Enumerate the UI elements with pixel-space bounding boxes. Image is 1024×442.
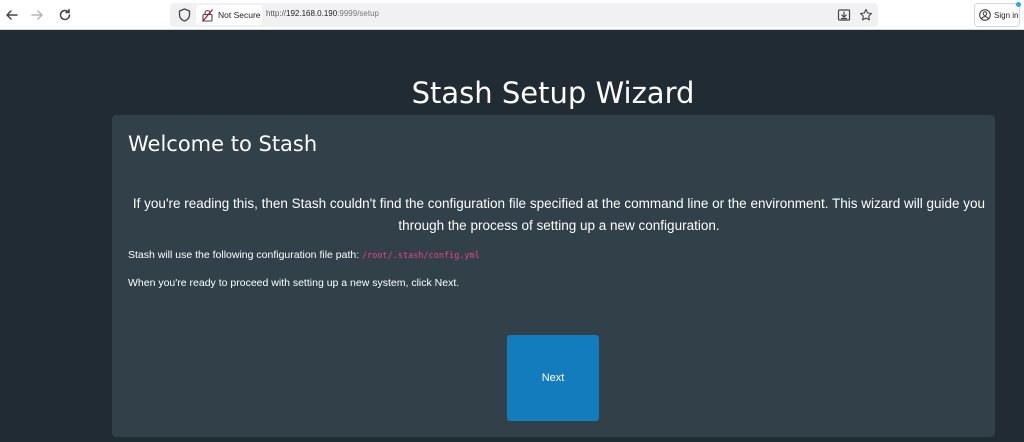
card-heading: Welcome to Stash — [128, 132, 318, 156]
arrow-left-icon — [6, 10, 18, 20]
star-icon — [859, 8, 873, 21]
config-path-label: Stash will use the following configurati… — [128, 249, 360, 261]
config-path-value: /root/.stash/config.yml — [362, 251, 480, 261]
ready-text: When you're ready to proceed with settin… — [128, 277, 460, 289]
intro-text: If you're reading this, then Stash could… — [132, 196, 986, 233]
next-button[interactable]: Next — [507, 335, 599, 421]
notification-dot — [1016, 2, 1021, 7]
config-path-line: Stash will use the following configurati… — [128, 249, 480, 261]
site-security-indicator[interactable]: Not Secure — [196, 5, 262, 25]
account-icon — [979, 9, 991, 21]
lock-slash-icon — [200, 8, 214, 22]
address-bar[interactable]: Not Secure http://192.168.0.190:9999/set… — [170, 3, 878, 27]
reload-button[interactable] — [55, 5, 75, 25]
install-app-button[interactable] — [835, 6, 853, 24]
bookmark-button[interactable] — [857, 6, 875, 24]
back-button[interactable] — [2, 5, 22, 25]
arrow-right-icon — [31, 10, 43, 20]
url-prefix: http:// — [266, 9, 287, 18]
shield-icon — [178, 8, 190, 22]
tracking-protection-button[interactable] — [175, 6, 193, 24]
reload-icon — [59, 8, 71, 21]
setup-card: Welcome to Stash If you're reading this,… — [112, 115, 995, 437]
security-label: Not Secure — [218, 10, 261, 20]
browser-toolbar: Not Secure http://192.168.0.190:9999/set… — [0, 0, 1024, 30]
sign-in-label: Sign in — [994, 10, 1019, 20]
sign-in-button[interactable]: Sign in — [974, 2, 1021, 27]
page-title: Stash Setup Wizard — [411, 76, 695, 110]
install-app-icon — [837, 9, 851, 21]
url-text[interactable]: http://192.168.0.190:9999/setup — [266, 9, 379, 18]
url-path: :9999/setup — [337, 9, 379, 18]
url-host: 192.168.0.190 — [286, 9, 338, 18]
forward-button[interactable] — [27, 5, 47, 25]
